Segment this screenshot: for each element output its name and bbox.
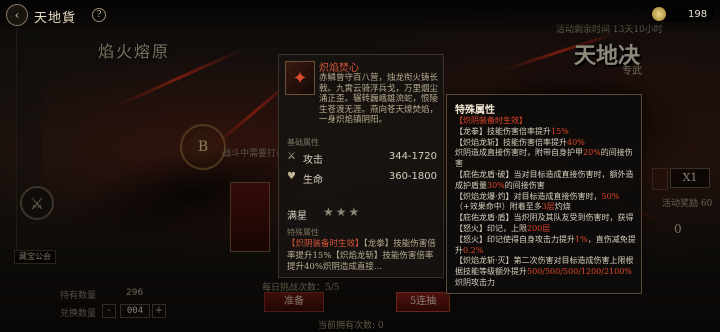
item-name: 炽焰焚心 xyxy=(319,63,359,74)
base-attr-label: 基础属性 xyxy=(287,138,319,147)
back-button[interactable]: ‹ xyxy=(6,4,28,26)
item-detail-panel: ✦ 炽焰焚心 赤鳞曾守百八营，烛龙衔火铸长戟。九霄云骑浮兵戈，万里烟尘涌正歪。辗… xyxy=(278,54,444,278)
star-rating: ★★★ xyxy=(323,205,362,219)
attr-value: 360-1800 xyxy=(388,171,437,182)
tooltip-line: 【庇佑龙盾·破】当对目标造成直接伤害时，额外造成护盾量30%的间接伤害 xyxy=(455,169,634,190)
tooltip-line: 【炽焰龙斩·灭】第二次伤害对目标造成伤害上限根据技能等级额外提升500/500/… xyxy=(455,256,634,277)
tooltip-body: 【炽阴装备时生效】 【龙拳】技能伤害倍率提升15% 【炽焰龙斩】技能伤害倍率提升40… xyxy=(455,116,637,289)
hp-icon: ♥ xyxy=(287,171,296,182)
tooltip-line: 【龙拳】技能伤害倍率提升15% xyxy=(455,126,569,136)
tooltip-line: 【炽阴装备时生效】 xyxy=(455,116,527,125)
currency-display[interactable]: 198 xyxy=(650,6,714,22)
top-bar: ‹ 天地貨 ? 198 xyxy=(0,0,720,30)
special-attr-tooltip: 特殊属性 【炽阴装备时生效】 【龙拳】技能伤害倍率提升15% 【炽焰龙斩】技能伤害倍… xyxy=(446,94,642,294)
special-attr-label: 特殊属性 xyxy=(287,228,319,237)
item-effect-preview: 【炽阴装备时生效】【龙拳】技能伤害倍率提升15%【炽焰龙斩】技能伤害倍率提升40… xyxy=(287,239,441,274)
tooltip-line: 【庇佑龙盾·盾】当炽阴及其队友受到伤害时，获得【怒火】印记，上限200层 xyxy=(455,213,634,233)
effect-header: 【炽阴装备时生效】 xyxy=(287,239,364,249)
currency-value: 198 xyxy=(688,8,708,20)
tooltip-line: 【炽焰龙爆·灼】对目标造成直接伤害时，50%（+效果命中）附着至多3层灼烧 xyxy=(455,191,620,212)
star-label: 满星 xyxy=(287,211,307,222)
attr-row-hp: ♥ 生命 360-1800 xyxy=(287,171,437,186)
attack-icon: ⚔ xyxy=(287,151,296,162)
tooltip-line: 炽阴造成直接伤害时，附带自身护甲20%的间接伤害 xyxy=(455,148,633,169)
item-description: 赤鳞曾守百八营，烛龙衔火铸长戟。九霄云骑浮兵戈，万里烟尘涌正歪。辗转巍峨雄流蛇，… xyxy=(319,73,439,125)
help-button[interactable]: ? xyxy=(92,8,106,22)
tooltip-line: 【炽焰龙斩】技能伤害倍率提升40% xyxy=(455,137,585,147)
coin-icon xyxy=(652,7,666,21)
attr-value: 344-1720 xyxy=(388,151,437,162)
weapon-icon: ✦ xyxy=(285,61,315,95)
tooltip-title: 特殊属性 xyxy=(455,105,495,116)
tooltip-line: 炽阴攻击力 xyxy=(455,277,495,287)
tooltip-line: 【怒火】印记使得自身攻击力提升1%，直伤减免提升0.2% xyxy=(455,234,636,255)
page-title: 天地貨 xyxy=(34,11,77,26)
attr-row-attack: ⚔ 攻击 344-1720 xyxy=(287,151,437,166)
attr-name: 生命 xyxy=(303,175,323,186)
attr-name: 攻击 xyxy=(303,155,323,166)
